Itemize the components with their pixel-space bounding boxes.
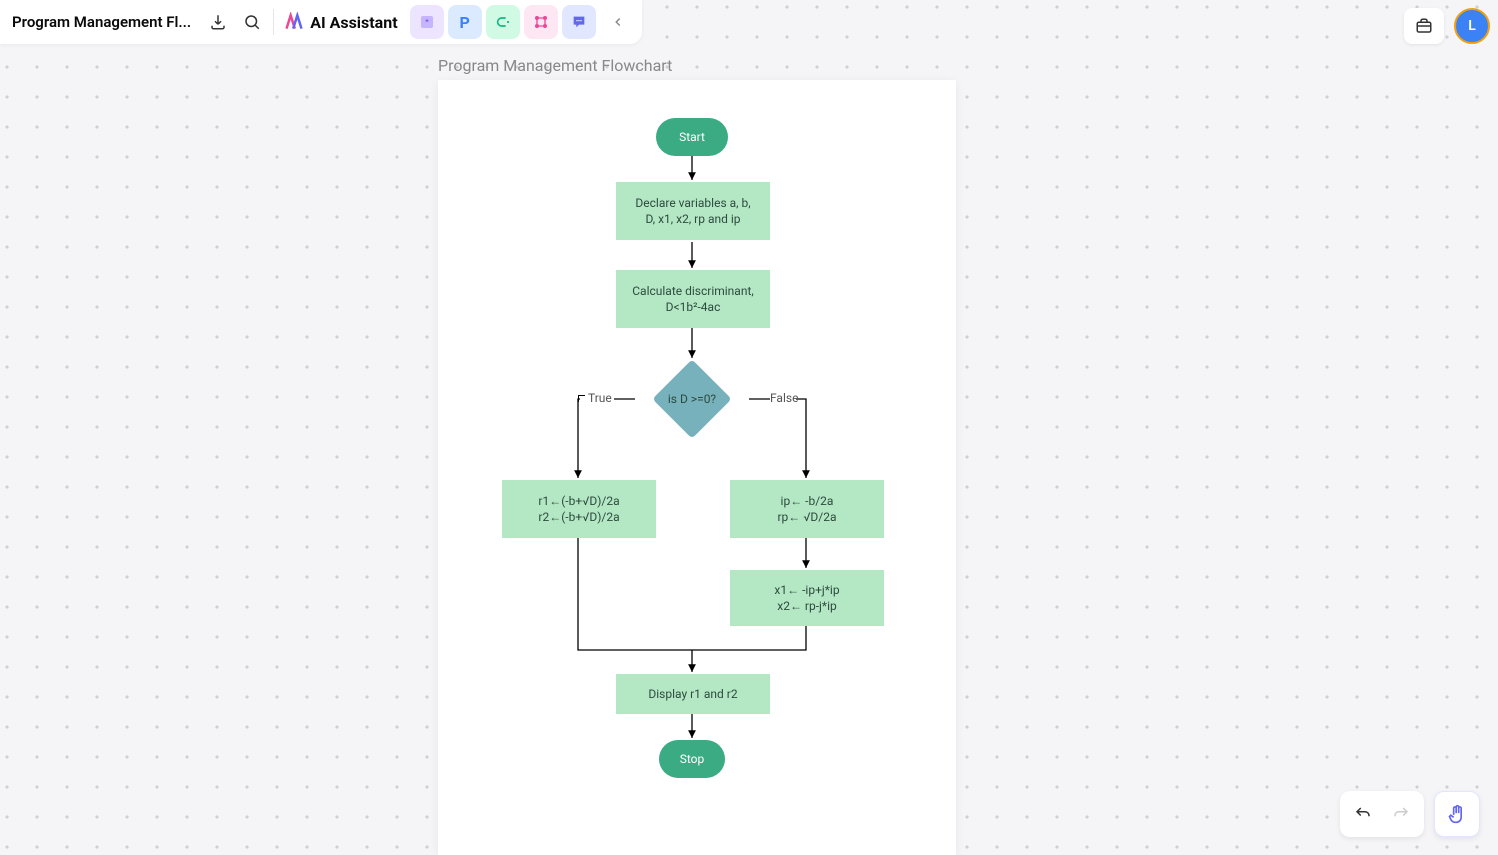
toolbar-divider xyxy=(273,9,274,35)
chevron-left-icon xyxy=(611,15,625,29)
node-complex-roots-line2: x2← rp-j*ip xyxy=(777,598,837,614)
search-button[interactable] xyxy=(235,5,269,39)
tool-chip-branch[interactable] xyxy=(524,5,558,39)
tool-chip-image[interactable] xyxy=(410,5,444,39)
pan-tool-button[interactable] xyxy=(1434,791,1480,837)
hand-icon xyxy=(1447,804,1467,824)
node-real-roots-line1: r1←(-b+√D)/2a xyxy=(538,493,619,509)
user-initial: L xyxy=(1468,18,1476,34)
tool-chip-p[interactable]: P xyxy=(448,5,482,39)
node-calculate-line2: D<1b²-4ac xyxy=(666,299,721,315)
node-complex-roots[interactable]: x1← -ip+j*ip x2← rp-j*ip xyxy=(730,570,884,626)
node-start-label: Start xyxy=(679,129,705,145)
node-declare-line2: D, x1, x2, rp and ip xyxy=(645,211,740,227)
ai-logo-icon xyxy=(284,12,304,32)
node-real-roots-line2: r2←(-b+√D)/2a xyxy=(538,509,619,525)
toolbox-button[interactable] xyxy=(1404,8,1444,44)
undo-button[interactable] xyxy=(1344,796,1382,832)
search-icon xyxy=(243,13,261,31)
top-right-controls: L xyxy=(1404,8,1490,44)
node-complex-parts-line2: rp← √D/2a xyxy=(777,509,836,525)
node-stop-label: Stop xyxy=(680,751,705,767)
node-display[interactable]: Display r1 and r2 xyxy=(616,674,770,714)
edge-label-true: True xyxy=(588,391,612,405)
download-button[interactable] xyxy=(201,5,235,39)
undo-icon xyxy=(1354,805,1372,823)
node-complex-roots-line1: x1← -ip+j*ip xyxy=(774,582,839,598)
branch-icon xyxy=(533,14,549,30)
redo-icon xyxy=(1392,805,1410,823)
flowchart-page[interactable]: Start Declare variables a, b, D, x1, x2,… xyxy=(438,80,956,855)
user-avatar[interactable]: L xyxy=(1454,8,1490,44)
tool-chip-subset[interactable] xyxy=(486,5,520,39)
node-display-label: Display r1 and r2 xyxy=(648,686,737,702)
node-calculate[interactable]: Calculate discriminant, D<1b²-4ac xyxy=(616,270,770,328)
node-complex-parts[interactable]: ip← -b/2a rp← √D/2a xyxy=(730,480,884,538)
node-calculate-line1: Calculate discriminant, xyxy=(632,283,754,299)
collapse-toolbar-button[interactable] xyxy=(602,6,634,38)
node-decision[interactable]: is D >=0? xyxy=(635,360,749,438)
node-stop[interactable]: Stop xyxy=(659,740,725,778)
node-real-roots[interactable]: r1←(-b+√D)/2a r2←(-b+√D)/2a xyxy=(502,480,656,538)
subset-icon xyxy=(495,14,511,30)
redo-button[interactable] xyxy=(1382,796,1420,832)
sparkle-image-icon xyxy=(419,14,435,30)
edge-label-false: False xyxy=(770,391,798,405)
letter-p-icon: P xyxy=(459,13,469,32)
top-toolbar: Program Management Fl... AI Assistant P xyxy=(0,0,642,44)
undo-redo-group xyxy=(1340,791,1424,837)
node-start[interactable]: Start xyxy=(656,118,728,156)
document-title[interactable]: Program Management Fl... xyxy=(12,13,191,31)
briefcase-icon xyxy=(1415,17,1433,35)
bottom-right-controls xyxy=(1340,791,1480,837)
ai-assistant-button[interactable]: AI Assistant xyxy=(284,12,397,32)
tool-chip-chat[interactable] xyxy=(562,5,596,39)
node-declare-line1: Declare variables a, b, xyxy=(635,195,750,211)
node-declare[interactable]: Declare variables a, b, D, x1, x2, rp an… xyxy=(616,182,770,240)
download-icon xyxy=(209,13,227,31)
ai-assistant-label: AI Assistant xyxy=(310,13,397,32)
chat-icon xyxy=(571,14,587,30)
edge-true-corner xyxy=(578,395,585,402)
page-title[interactable]: Program Management Flowchart xyxy=(438,56,672,75)
node-complex-parts-line1: ip← -b/2a xyxy=(781,493,834,509)
node-decision-label: is D >=0? xyxy=(668,392,716,406)
